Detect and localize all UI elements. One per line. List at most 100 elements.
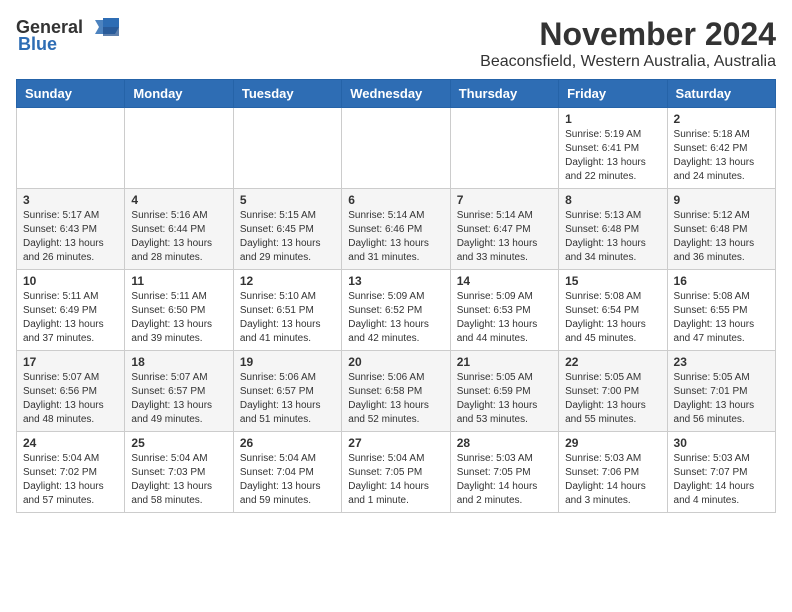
day-header-sunday: Sunday	[17, 80, 125, 108]
day-number: 12	[240, 274, 335, 288]
calendar-cell	[125, 108, 233, 189]
day-info: Sunrise: 5:03 AM Sunset: 7:05 PM Dayligh…	[457, 452, 552, 508]
calendar-body: 1 Sunrise: 5:19 AM Sunset: 6:41 PM Daylig…	[17, 108, 776, 513]
calendar-cell: 28 Sunrise: 5:03 AM Sunset: 7:05 PM Dayli…	[450, 432, 558, 513]
day-number: 15	[565, 274, 660, 288]
logo-icon	[87, 16, 119, 38]
title-area: November 2024 Beaconsfield, Western Aust…	[480, 16, 776, 71]
day-number: 3	[23, 193, 118, 207]
day-info: Sunrise: 5:14 AM Sunset: 6:47 PM Dayligh…	[457, 209, 552, 265]
calendar-cell: 11 Sunrise: 5:11 AM Sunset: 6:50 PM Dayli…	[125, 270, 233, 351]
calendar-cell: 25 Sunrise: 5:04 AM Sunset: 7:03 PM Dayli…	[125, 432, 233, 513]
calendar-header: SundayMondayTuesdayWednesdayThursdayFrid…	[17, 80, 776, 108]
day-info: Sunrise: 5:16 AM Sunset: 6:44 PM Dayligh…	[131, 209, 226, 265]
calendar-cell: 8 Sunrise: 5:13 AM Sunset: 6:48 PM Daylig…	[559, 189, 667, 270]
day-info: Sunrise: 5:08 AM Sunset: 6:55 PM Dayligh…	[674, 290, 769, 346]
day-info: Sunrise: 5:19 AM Sunset: 6:41 PM Dayligh…	[565, 128, 660, 184]
day-info: Sunrise: 5:05 AM Sunset: 7:00 PM Dayligh…	[565, 371, 660, 427]
day-header-thursday: Thursday	[450, 80, 558, 108]
month-title: November 2024	[480, 16, 776, 53]
calendar-cell: 19Sunrise: 5:06 AM Sunset: 6:57 PM Dayli…	[233, 351, 341, 432]
day-number: 23	[674, 355, 769, 369]
day-number: 22	[565, 355, 660, 369]
day-info: Sunrise: 5:11 AM Sunset: 6:49 PM Dayligh…	[23, 290, 118, 346]
calendar-cell	[233, 108, 341, 189]
day-number: 21	[457, 355, 552, 369]
week-row-1: 1 Sunrise: 5:19 AM Sunset: 6:41 PM Daylig…	[17, 108, 776, 189]
calendar-cell: 29Sunrise: 5:03 AM Sunset: 7:06 PM Dayli…	[559, 432, 667, 513]
calendar-cell: 6Sunrise: 5:14 AM Sunset: 6:46 PM Daylig…	[342, 189, 450, 270]
calendar-cell: 22 Sunrise: 5:05 AM Sunset: 7:00 PM Dayli…	[559, 351, 667, 432]
day-number: 17	[23, 355, 118, 369]
calendar-cell: 9 Sunrise: 5:12 AM Sunset: 6:48 PM Daylig…	[667, 189, 775, 270]
day-info: Sunrise: 5:04 AM Sunset: 7:03 PM Dayligh…	[131, 452, 226, 508]
calendar-cell: 7 Sunrise: 5:14 AM Sunset: 6:47 PM Daylig…	[450, 189, 558, 270]
calendar-cell: 21 Sunrise: 5:05 AM Sunset: 6:59 PM Dayli…	[450, 351, 558, 432]
day-number: 4	[131, 193, 226, 207]
day-number: 24	[23, 436, 118, 450]
calendar-cell: 27 Sunrise: 5:04 AM Sunset: 7:05 PM Dayli…	[342, 432, 450, 513]
day-info: Sunrise: 5:06 AM Sunset: 6:58 PM Dayligh…	[348, 371, 443, 427]
day-info: Sunrise: 5:18 AM Sunset: 6:42 PM Dayligh…	[674, 128, 769, 184]
day-number: 14	[457, 274, 552, 288]
week-row-2: 3Sunrise: 5:17 AM Sunset: 6:43 PM Daylig…	[17, 189, 776, 270]
day-number: 2	[674, 112, 769, 126]
day-info: Sunrise: 5:05 AM Sunset: 6:59 PM Dayligh…	[457, 371, 552, 427]
calendar-cell: 5 Sunrise: 5:15 AM Sunset: 6:45 PM Daylig…	[233, 189, 341, 270]
day-number: 8	[565, 193, 660, 207]
logo: General Blue	[16, 16, 119, 55]
day-number: 16	[674, 274, 769, 288]
day-number: 6	[348, 193, 443, 207]
day-info: Sunrise: 5:10 AM Sunset: 6:51 PM Dayligh…	[240, 290, 335, 346]
day-number: 10	[23, 274, 118, 288]
day-number: 26	[240, 436, 335, 450]
day-number: 19	[240, 355, 335, 369]
calendar-cell: 26 Sunrise: 5:04 AM Sunset: 7:04 PM Dayli…	[233, 432, 341, 513]
logo-blue: Blue	[18, 34, 57, 55]
week-row-4: 17 Sunrise: 5:07 AM Sunset: 6:56 PM Dayli…	[17, 351, 776, 432]
day-info: Sunrise: 5:08 AM Sunset: 6:54 PM Dayligh…	[565, 290, 660, 346]
day-info: Sunrise: 5:11 AM Sunset: 6:50 PM Dayligh…	[131, 290, 226, 346]
day-number: 13	[348, 274, 443, 288]
day-info: Sunrise: 5:15 AM Sunset: 6:45 PM Dayligh…	[240, 209, 335, 265]
calendar-cell: 15 Sunrise: 5:08 AM Sunset: 6:54 PM Dayli…	[559, 270, 667, 351]
calendar-cell	[450, 108, 558, 189]
week-row-5: 24 Sunrise: 5:04 AM Sunset: 7:02 PM Dayli…	[17, 432, 776, 513]
day-info: Sunrise: 5:04 AM Sunset: 7:02 PM Dayligh…	[23, 452, 118, 508]
calendar-cell: 17 Sunrise: 5:07 AM Sunset: 6:56 PM Dayli…	[17, 351, 125, 432]
calendar-cell	[342, 108, 450, 189]
day-info: Sunrise: 5:04 AM Sunset: 7:04 PM Dayligh…	[240, 452, 335, 508]
calendar-cell: 30Sunrise: 5:03 AM Sunset: 7:07 PM Dayli…	[667, 432, 775, 513]
calendar-cell: 20Sunrise: 5:06 AM Sunset: 6:58 PM Dayli…	[342, 351, 450, 432]
day-info: Sunrise: 5:07 AM Sunset: 6:56 PM Dayligh…	[23, 371, 118, 427]
day-header-monday: Monday	[125, 80, 233, 108]
subtitle: Beaconsfield, Western Australia, Austral…	[480, 53, 776, 71]
day-info: Sunrise: 5:13 AM Sunset: 6:48 PM Dayligh…	[565, 209, 660, 265]
calendar-cell: 24 Sunrise: 5:04 AM Sunset: 7:02 PM Dayli…	[17, 432, 125, 513]
calendar-cell: 23 Sunrise: 5:05 AM Sunset: 7:01 PM Dayli…	[667, 351, 775, 432]
calendar-cell: 16 Sunrise: 5:08 AM Sunset: 6:55 PM Dayli…	[667, 270, 775, 351]
day-number: 5	[240, 193, 335, 207]
day-info: Sunrise: 5:12 AM Sunset: 6:48 PM Dayligh…	[674, 209, 769, 265]
day-number: 9	[674, 193, 769, 207]
day-number: 11	[131, 274, 226, 288]
calendar-cell: 12 Sunrise: 5:10 AM Sunset: 6:51 PM Dayli…	[233, 270, 341, 351]
day-info: Sunrise: 5:03 AM Sunset: 7:06 PM Dayligh…	[565, 452, 660, 508]
day-info: Sunrise: 5:05 AM Sunset: 7:01 PM Dayligh…	[674, 371, 769, 427]
day-header-saturday: Saturday	[667, 80, 775, 108]
calendar-cell: 4 Sunrise: 5:16 AM Sunset: 6:44 PM Daylig…	[125, 189, 233, 270]
day-number: 27	[348, 436, 443, 450]
header-row: SundayMondayTuesdayWednesdayThursdayFrid…	[17, 80, 776, 108]
calendar-cell: 2 Sunrise: 5:18 AM Sunset: 6:42 PM Daylig…	[667, 108, 775, 189]
day-header-tuesday: Tuesday	[233, 80, 341, 108]
week-row-3: 10 Sunrise: 5:11 AM Sunset: 6:49 PM Dayli…	[17, 270, 776, 351]
day-number: 30	[674, 436, 769, 450]
day-number: 28	[457, 436, 552, 450]
day-number: 25	[131, 436, 226, 450]
day-number: 7	[457, 193, 552, 207]
day-info: Sunrise: 5:04 AM Sunset: 7:05 PM Dayligh…	[348, 452, 443, 508]
day-header-wednesday: Wednesday	[342, 80, 450, 108]
header: General Blue November 2024 Beaconsfield,…	[16, 16, 776, 71]
day-number: 18	[131, 355, 226, 369]
day-number: 1	[565, 112, 660, 126]
